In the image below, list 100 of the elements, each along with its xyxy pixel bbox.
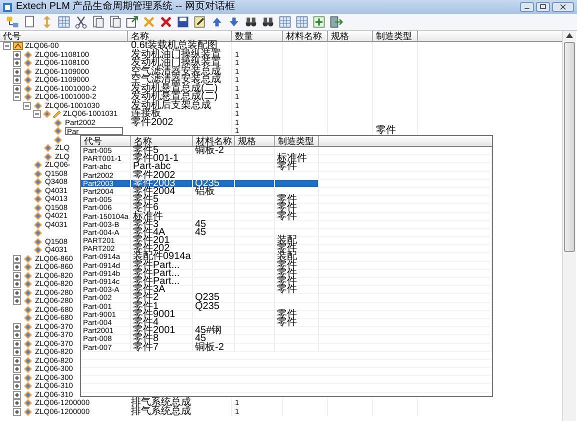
part-name: 零件7	[131, 344, 193, 352]
part-icon	[33, 170, 43, 178]
expander-icon[interactable]	[13, 84, 21, 93]
down-icon[interactable]	[227, 15, 241, 29]
part-type: 零件	[376, 125, 396, 136]
part-type: 零件	[277, 316, 297, 328]
exit-icon[interactable]	[329, 15, 343, 29]
expander-icon[interactable]	[3, 42, 11, 50]
material-name: Q235	[195, 300, 220, 312]
part-icon	[33, 178, 43, 186]
part-name: 零件5	[131, 147, 193, 155]
column-header[interactable]: 规格	[235, 136, 275, 146]
part-icon	[53, 118, 63, 127]
edit-icon[interactable]	[193, 15, 207, 29]
delete-icon[interactable]	[159, 15, 173, 29]
column-header[interactable]: 规格	[328, 31, 373, 41]
expander-icon[interactable]	[13, 297, 21, 306]
part-icon	[23, 331, 33, 340]
part-name: 零件1	[131, 302, 193, 310]
expander-icon[interactable]	[13, 331, 21, 340]
part-name: 排气系统总成	[131, 406, 191, 416]
part-icon	[23, 314, 33, 322]
part-icon	[33, 229, 43, 238]
expander-icon[interactable]	[13, 399, 21, 408]
document-icon[interactable]	[23, 15, 37, 29]
column-header[interactable]: 制造类型	[275, 136, 319, 146]
part-name: 零件4A	[131, 228, 193, 236]
column-header[interactable]: 数量	[232, 31, 283, 41]
expander-icon[interactable]	[13, 340, 21, 348]
expander-icon[interactable]	[13, 76, 21, 84]
add-icon[interactable]	[312, 15, 326, 29]
grid-icon[interactable]	[57, 15, 71, 29]
close-button[interactable]	[552, 2, 574, 12]
expander-icon[interactable]	[13, 288, 21, 297]
paste-icon[interactable]	[108, 15, 122, 29]
part-icon	[23, 306, 33, 314]
part-icon	[33, 220, 43, 229]
expander-icon[interactable]	[33, 110, 41, 118]
part-name: 零件2002	[131, 172, 193, 180]
column-header[interactable]: 材料名称	[283, 31, 328, 41]
part-icon	[23, 382, 33, 390]
expander-icon[interactable]	[13, 408, 21, 416]
part-name: 零件202	[131, 245, 193, 253]
material-name: Q235	[195, 292, 220, 304]
expander-icon[interactable]	[13, 356, 21, 365]
scissors-icon[interactable]	[74, 15, 88, 29]
part-name: 发动机悬置总成(二)	[131, 82, 218, 94]
binoculars-icon[interactable]	[244, 15, 258, 29]
part-name: 零件5	[131, 196, 193, 204]
part-pencil-icon	[43, 110, 61, 118]
part-name: Part-abc	[131, 163, 193, 171]
part-type: 零件	[277, 210, 297, 222]
export-icon[interactable]	[125, 15, 139, 29]
expander-icon[interactable]	[23, 102, 31, 110]
part-name: 零件3A	[131, 286, 193, 294]
save-icon[interactable]	[176, 15, 190, 29]
part-icon	[23, 263, 33, 272]
scroll-thumb[interactable]	[564, 42, 575, 252]
expander-icon[interactable]	[13, 93, 21, 102]
expander-icon[interactable]	[13, 59, 21, 68]
expander-icon[interactable]	[13, 365, 21, 374]
part-icon	[23, 365, 33, 374]
expander-icon[interactable]	[13, 374, 21, 382]
part-icon	[33, 238, 43, 246]
part-icon	[23, 356, 33, 365]
expander-icon[interactable]	[13, 50, 21, 59]
binoculars-icon[interactable]	[261, 15, 275, 29]
expander-icon[interactable]	[13, 68, 21, 76]
expander-icon[interactable]	[13, 280, 21, 288]
part-icon	[23, 408, 33, 416]
column-header[interactable]: 代号	[0, 31, 128, 41]
part-name: 零件2002	[131, 116, 174, 128]
up-icon[interactable]	[210, 15, 224, 29]
window-title: Extech PLM 产品生命周期管理系统 -- 网页对话框	[16, 1, 236, 13]
expander-icon[interactable]	[13, 272, 21, 280]
table-icon[interactable]	[278, 15, 292, 29]
vertical-scrollbar[interactable]	[562, 31, 576, 421]
expander-icon[interactable]	[13, 263, 21, 272]
part-name: 零件Part...	[131, 262, 193, 270]
part-name: 零件2	[131, 294, 193, 302]
expander-icon[interactable]	[13, 322, 21, 331]
column-header[interactable]: 代号	[81, 136, 131, 146]
tree-add-icon[interactable]	[6, 15, 20, 29]
copy-icon[interactable]	[91, 15, 105, 29]
expander-icon[interactable]	[13, 348, 21, 356]
column-header[interactable]: 名称	[131, 136, 193, 146]
maximize-button[interactable]	[536, 2, 550, 12]
part-icon	[23, 297, 33, 306]
column-header[interactable]: 材料名称	[193, 136, 235, 146]
assembly-icon	[13, 42, 23, 50]
part-name: 零件4	[131, 318, 193, 327]
material-name: 铜板-2	[195, 342, 224, 352]
scroll-up-icon[interactable]	[566, 33, 573, 38]
part-icon	[23, 390, 33, 399]
expander-icon[interactable]	[13, 390, 21, 399]
expander-icon[interactable]	[13, 254, 21, 263]
column-header[interactable]: 名称	[128, 31, 232, 41]
table-icon[interactable]	[295, 15, 309, 29]
expander-icon[interactable]	[13, 382, 21, 390]
column-header[interactable]: 制造类型	[373, 31, 418, 41]
